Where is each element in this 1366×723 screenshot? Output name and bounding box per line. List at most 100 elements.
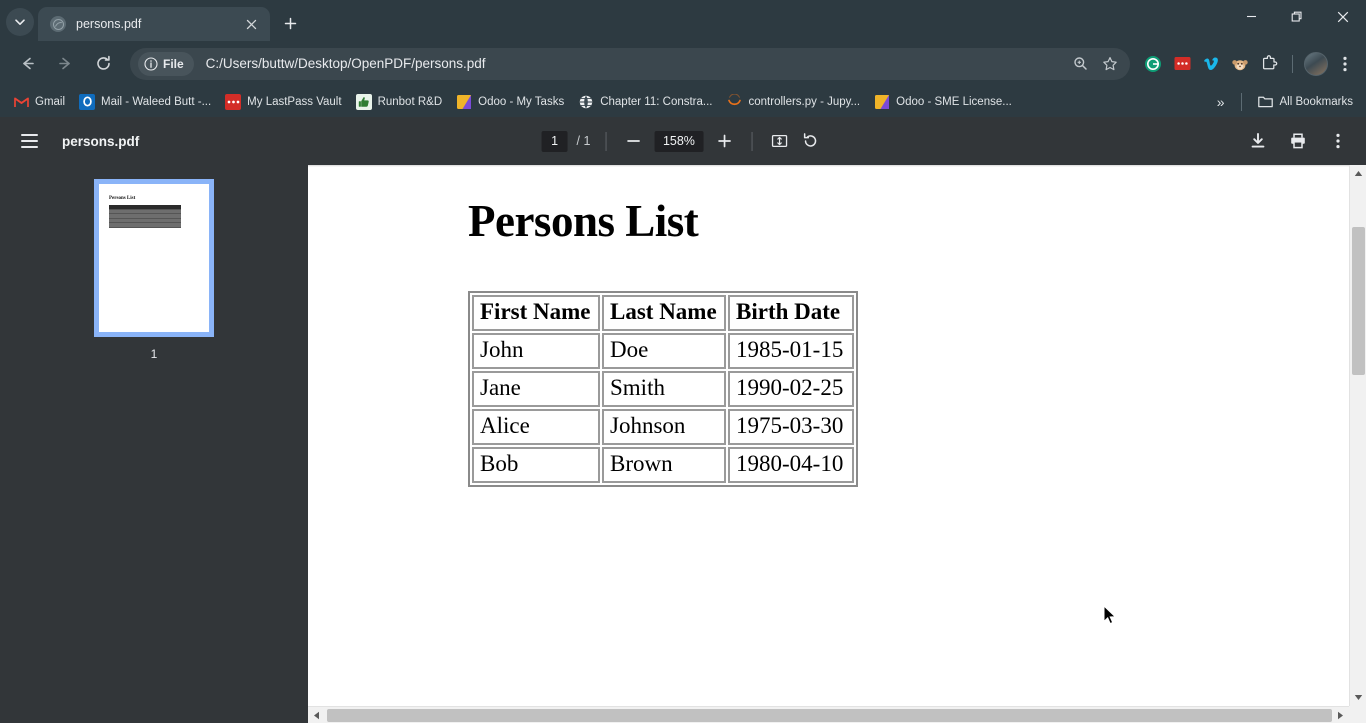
bookmark-outlook-mail[interactable]: Mail - Waleed Butt -... [72, 91, 218, 113]
bookmark-runbot[interactable]: Runbot R&D [349, 91, 450, 113]
zoom-out-button[interactable] [619, 127, 647, 155]
browser-tab[interactable]: persons.pdf [38, 7, 270, 41]
file-scheme-chip[interactable]: File [138, 51, 194, 76]
honey-extension-icon[interactable] [1227, 51, 1253, 77]
zoom-in-button[interactable] [710, 127, 738, 155]
bookmark-label: Runbot R&D [377, 95, 443, 108]
horizontal-scrollbar[interactable] [308, 706, 1349, 723]
thumbnail-table-preview [109, 205, 181, 228]
scroll-down-arrow-icon[interactable] [1350, 689, 1366, 706]
pdf-more-options-icon[interactable] [1324, 127, 1352, 155]
cell-birth-date: 1980-04-10 [728, 447, 854, 483]
tab-title: persons.pdf [76, 17, 142, 31]
vimeo-extension-icon[interactable] [1198, 51, 1224, 77]
pdf-filename: persons.pdf [62, 133, 140, 149]
bookmark-odoo-my-tasks[interactable]: Odoo - My Tasks [449, 91, 571, 113]
bookmark-star-icon[interactable] [1096, 50, 1124, 78]
tab-strip: persons.pdf [0, 0, 1366, 41]
persons-table: First Name Last Name Birth Date John Doe… [468, 291, 858, 487]
sidebar-toggle-icon[interactable] [14, 126, 44, 156]
globe-icon [578, 94, 594, 110]
fit-to-page-icon[interactable] [765, 127, 793, 155]
bookmarks-divider [1240, 92, 1242, 111]
toolbar-divider [1292, 54, 1293, 73]
folder-icon [1258, 94, 1274, 110]
toolbar-divider [605, 131, 607, 151]
table-header-row: First Name Last Name Birth Date [472, 295, 854, 331]
mouse-cursor [1103, 604, 1119, 632]
table-row: Alice Johnson 1975-03-30 [472, 409, 854, 445]
extensions-puzzle-icon[interactable] [1256, 51, 1282, 77]
browser-window: persons.pdf File C:/Users/buttw/Desktop/… [0, 0, 1366, 723]
grammarly-extension-icon[interactable] [1140, 51, 1166, 77]
cell-last-name: Smith [602, 371, 726, 407]
scrollbar-corner [1349, 706, 1366, 723]
cell-birth-date: 1975-03-30 [728, 409, 854, 445]
bookmarks-overflow-button[interactable]: » [1210, 91, 1232, 113]
vertical-scrollbar-thumb[interactable] [1352, 227, 1365, 375]
close-window-icon[interactable] [1320, 0, 1366, 33]
bookmark-label: My LastPass Vault [247, 95, 342, 108]
all-bookmarks-label: All Bookmarks [1279, 95, 1354, 108]
vertical-scrollbar[interactable] [1349, 165, 1366, 706]
cell-first-name: Bob [472, 447, 600, 483]
omnibox-actions [1066, 50, 1124, 78]
address-bar[interactable]: File C:/Users/buttw/Desktop/OpenPDF/pers… [130, 47, 1130, 80]
bookmark-controllers-jupyter[interactable]: controllers.py - Jupy... [720, 91, 868, 113]
pdf-toolbar-actions [1244, 127, 1352, 155]
odoo-icon [456, 94, 472, 110]
page-thumbnail[interactable]: Persons List [94, 179, 214, 337]
pdf-toolbar: persons.pdf 1 / 1 158% [0, 117, 1366, 165]
minimize-icon[interactable] [1228, 0, 1274, 33]
lastpass-icon [225, 93, 242, 110]
bookmark-gmail[interactable]: Gmail [6, 91, 72, 113]
scroll-left-arrow-icon[interactable] [308, 711, 325, 720]
cell-first-name: Alice [472, 409, 600, 445]
scroll-up-arrow-icon[interactable] [1350, 165, 1366, 182]
bookmark-label: Odoo - My Tasks [478, 95, 565, 108]
thumbnail-item[interactable]: Persons List 1 [94, 179, 214, 361]
column-header-last-name: Last Name [602, 295, 726, 331]
new-tab-button[interactable] [276, 9, 304, 37]
bookmark-odoo-sme-license[interactable]: Odoo - SME License... [867, 91, 1019, 113]
zoom-level-input[interactable]: 158% [654, 130, 704, 152]
window-controls [1228, 0, 1366, 41]
bookmark-lastpass-vault[interactable]: My LastPass Vault [218, 91, 348, 113]
scroll-right-arrow-icon[interactable] [1332, 711, 1349, 720]
chrome-menu-icon[interactable] [1332, 51, 1358, 77]
close-icon[interactable] [240, 13, 262, 35]
thumbnail-page-number: 1 [150, 347, 158, 361]
pdf-body: Persons List 1 Persons List First Name L… [0, 165, 1366, 723]
rotate-icon[interactable] [796, 127, 824, 155]
bookmark-chapter-11[interactable]: Chapter 11: Constra... [571, 91, 719, 113]
bookmark-label: controllers.py - Jupy... [748, 95, 861, 108]
avatar[interactable] [1303, 51, 1329, 77]
jupyter-icon [727, 94, 743, 110]
bookmark-label: Chapter 11: Constra... [600, 95, 713, 108]
info-icon [144, 56, 158, 71]
print-icon[interactable] [1284, 127, 1312, 155]
cell-last-name: Doe [602, 333, 726, 369]
forward-icon[interactable] [50, 49, 80, 79]
overflow-chevrons-icon: » [1216, 93, 1225, 110]
thumbnail-sidebar: Persons List 1 [0, 165, 308, 723]
bookmarks-bar: Gmail Mail - Waleed Butt -... My LastPas… [0, 86, 1366, 117]
cell-birth-date: 1985-01-15 [728, 333, 854, 369]
page-total-label: / 1 [576, 134, 591, 148]
horizontal-scrollbar-thumb[interactable] [327, 708, 1332, 722]
back-icon[interactable] [12, 49, 42, 79]
navigation-toolbar: File C:/Users/buttw/Desktop/OpenPDF/pers… [0, 41, 1366, 86]
tab-search-button[interactable] [6, 8, 34, 36]
download-icon[interactable] [1244, 127, 1272, 155]
page-number-input[interactable]: 1 [541, 130, 568, 152]
search-icon[interactable] [1066, 50, 1094, 78]
reload-icon[interactable] [88, 49, 118, 79]
cell-last-name: Brown [602, 447, 726, 483]
cell-last-name: Johnson [602, 409, 726, 445]
all-bookmarks-button[interactable]: All Bookmarks [1251, 91, 1361, 113]
pdf-page-area[interactable]: Persons List First Name Last Name Birth … [308, 165, 1366, 723]
column-header-first-name: First Name [472, 295, 600, 331]
restore-icon[interactable] [1274, 0, 1320, 33]
pdf-page: Persons List First Name Last Name Birth … [308, 165, 1366, 487]
lastpass-extension-icon[interactable] [1169, 51, 1195, 77]
